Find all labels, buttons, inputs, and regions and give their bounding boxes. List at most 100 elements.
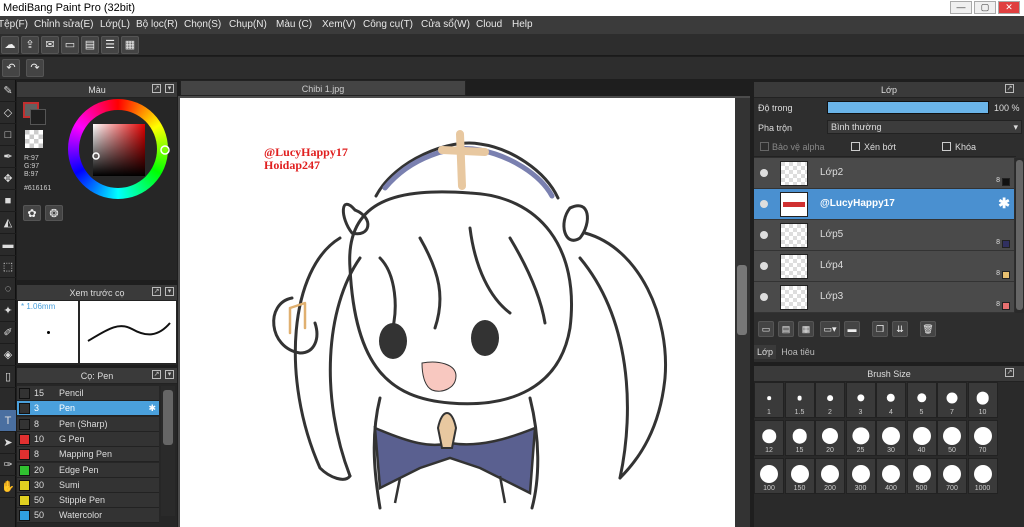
brush-list-item[interactable]: 8 Mapping Pen (17, 447, 159, 463)
brush-size-option[interactable]: 15 (784, 420, 815, 456)
merge-layer-icon[interactable]: ⇊ (892, 321, 908, 337)
alpha-protect-checkbox[interactable] (760, 142, 769, 151)
move-tool-icon[interactable]: ✥ (0, 168, 16, 190)
eyedropper-icon[interactable]: ✑ (0, 454, 16, 476)
menu-snap[interactable]: Chụp(N) (229, 16, 267, 34)
brush-size-option[interactable]: 40 (906, 420, 937, 456)
clip-checkbox[interactable] (851, 142, 860, 151)
gear-icon[interactable]: ✱ (148, 401, 156, 416)
shape-tool-icon[interactable]: ■ (0, 190, 16, 212)
tab-navigator[interactable]: Hoa tiêu (778, 345, 818, 359)
divide-tool-icon[interactable]: ▯ (0, 366, 16, 388)
background-color-swatch[interactable] (30, 109, 46, 125)
cloud-icon[interactable]: ☁ (1, 36, 19, 54)
delete-layer-icon[interactable]: 🗑 (920, 321, 936, 337)
brush-size-option[interactable]: 700 (937, 458, 967, 494)
close-button[interactable]: ✕ (998, 1, 1020, 14)
visibility-eye-icon[interactable] (760, 200, 768, 208)
operation-tool-icon[interactable]: ➤ (0, 432, 16, 454)
visibility-eye-icon[interactable] (760, 231, 768, 239)
menu-view[interactable]: Xem(V) (322, 16, 356, 34)
layer-row[interactable]: Lớp2 8 (754, 158, 1014, 189)
lasso-tool-icon[interactable]: ◌ (0, 278, 16, 300)
folder-icon[interactable]: ▬ (844, 321, 860, 337)
visibility-eye-icon[interactable] (760, 293, 768, 301)
pen-tool-icon[interactable]: ✒ (0, 146, 16, 168)
share-icon[interactable]: ⇪ (21, 36, 39, 54)
canvas[interactable]: @LucyHappy17 Hoidap247 (180, 98, 735, 527)
menu-tools[interactable]: Công cụ(T) (363, 16, 413, 34)
popout-icon[interactable]: ↗ (152, 370, 161, 379)
layer-row[interactable]: Lớp4 8 (754, 251, 1014, 282)
page-icon[interactable]: ▤ (81, 36, 99, 54)
brush-list-scroll-thumb[interactable] (163, 390, 173, 445)
select-pen-icon[interactable]: ✐ (0, 322, 16, 344)
duplicate-layer-icon[interactable]: ❐ (872, 321, 888, 337)
brush-size-option[interactable]: 70 (967, 420, 998, 456)
layer-row[interactable]: @LucyHappy17 ✱ (754, 189, 1014, 220)
text-tool-icon[interactable]: T (0, 410, 16, 432)
redo-icon[interactable]: ↷ (26, 59, 44, 77)
undo-icon[interactable]: ↶ (2, 59, 20, 77)
brush-size-option[interactable]: 150 (784, 458, 815, 494)
hand-tool-icon[interactable]: ✋ (0, 476, 16, 498)
brush-list-item[interactable]: 50 Stipple Pen (17, 493, 159, 509)
magic-wand-icon[interactable]: ✦ (0, 300, 16, 322)
comment-icon[interactable]: ✉ (41, 36, 59, 54)
brush-list-item[interactable]: 20 Edge Pen (17, 462, 159, 478)
new-8bit-layer-icon[interactable]: ▦ (798, 321, 814, 337)
brush-size-option[interactable]: 7 (937, 382, 967, 418)
brush-size-option[interactable]: 20 (815, 420, 845, 456)
tab-layer[interactable]: Lớp (754, 345, 776, 359)
brush-list-item[interactable]: 3 Pen ✱ (17, 401, 159, 417)
brush-size-option[interactable]: 300 (845, 458, 876, 494)
brush-size-option[interactable]: 400 (876, 458, 906, 494)
visibility-eye-icon[interactable] (760, 262, 768, 270)
brush-size-option[interactable]: 2 (815, 382, 845, 418)
layer-row[interactable]: Lớp3 8 (754, 282, 1014, 313)
menu-window[interactable]: Cửa sổ(W) (421, 16, 470, 34)
brush-list-item[interactable]: 10 G Pen (17, 431, 159, 447)
menu-select[interactable]: Chọn(S) (184, 16, 221, 34)
eraser-tool-icon[interactable]: ◇ (0, 102, 16, 124)
brush-size-option[interactable]: 1 (754, 382, 784, 418)
new-layer-icon[interactable]: ▭ (758, 321, 774, 337)
layer-row[interactable]: Lớp5 8 (754, 220, 1014, 251)
brush-list-item[interactable]: 50 Watercolor (17, 508, 159, 524)
collapse-icon[interactable]: ▾ (165, 84, 174, 93)
list-icon[interactable]: ☰ (101, 36, 119, 54)
blend-mode-select[interactable]: Bình thường ▾ (827, 120, 1022, 134)
brush-list-item[interactable]: 8 Pen (Sharp) (17, 416, 159, 432)
menu-cloud[interactable]: Cloud (476, 16, 502, 34)
brush-size-option[interactable]: 100 (754, 458, 784, 494)
maximize-button[interactable]: ▢ (974, 1, 996, 14)
menu-edit[interactable]: Chỉnh sửa(E) (34, 16, 94, 34)
minimize-button[interactable]: — (950, 1, 972, 14)
brush-list-item[interactable]: 30 Sumi (17, 477, 159, 493)
popout-icon[interactable]: ↗ (1005, 84, 1014, 93)
add-layer-menu-icon[interactable]: ▭▾ (820, 321, 840, 337)
color-wheel[interactable] (66, 97, 176, 205)
menu-color[interactable]: Màu (C) (276, 16, 312, 34)
brush-size-option[interactable]: 30 (876, 420, 906, 456)
brush-size-option[interactable]: 4 (876, 382, 906, 418)
popout-icon[interactable]: ↗ (152, 287, 161, 296)
brush-size-option[interactable]: 12 (754, 420, 784, 456)
grid-icon[interactable]: ▦ (121, 36, 139, 54)
transparent-swatch[interactable] (25, 130, 43, 148)
menu-help[interactable]: Help (512, 16, 533, 34)
menu-filter[interactable]: Bộ lọc(R) (136, 16, 178, 34)
gear-icon[interactable]: ✱ (998, 195, 1010, 212)
brush-size-option[interactable]: 200 (815, 458, 845, 494)
gradient-tool-icon[interactable]: ▬ (0, 234, 16, 256)
popout-icon[interactable]: ↗ (1005, 368, 1014, 377)
speech-icon[interactable]: ▭ (61, 36, 79, 54)
brush-size-option[interactable]: 5 (906, 382, 937, 418)
rectangle-tool-icon[interactable]: □ (0, 124, 16, 146)
palette-icon[interactable]: ✿ (23, 205, 41, 221)
brush-size-option[interactable]: 500 (906, 458, 937, 494)
brush-tool-icon[interactable]: ✎ (0, 80, 16, 102)
popout-icon[interactable]: ↗ (152, 84, 161, 93)
menu-layer[interactable]: Lớp(L) (100, 16, 130, 34)
new-halftone-layer-icon[interactable]: ▤ (778, 321, 794, 337)
